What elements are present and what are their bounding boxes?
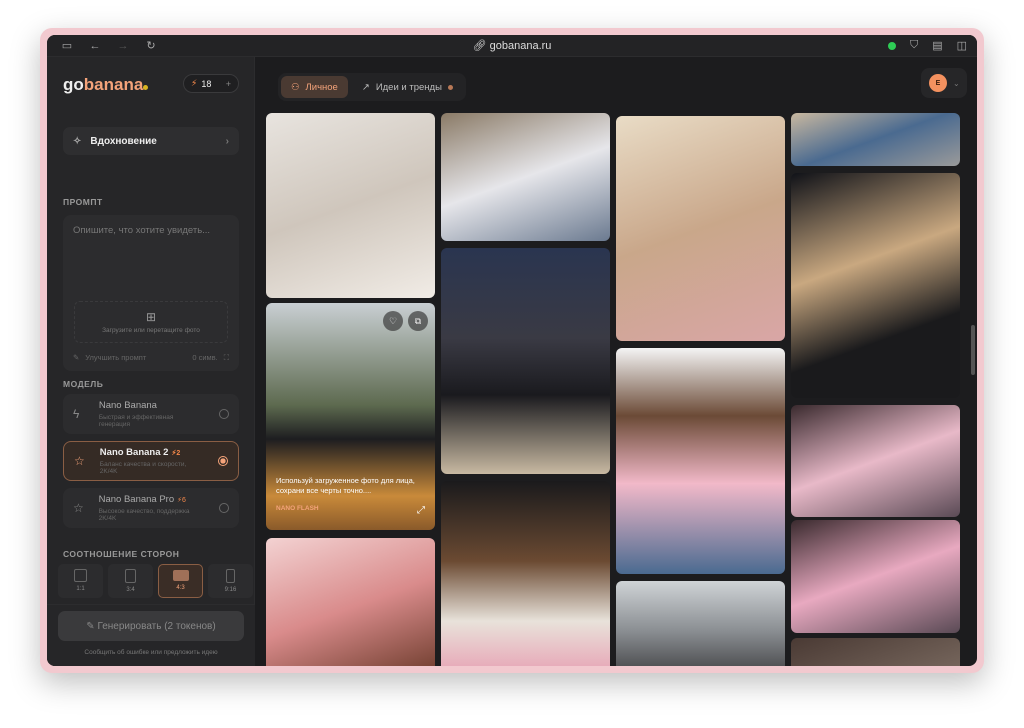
url-text: gobanana.ru bbox=[489, 40, 552, 52]
prompt-box: ⊞ Загрузите или перетащите фото ✎ Улучшить… bbox=[63, 215, 239, 371]
model-cost: ⚡︎6 bbox=[177, 497, 186, 504]
gallery-image[interactable] bbox=[616, 116, 785, 341]
magic-wand-icon: ✎ bbox=[86, 620, 98, 632]
generate-button[interactable]: ✎ Генерировать (2 токенов) bbox=[58, 611, 244, 641]
gallery-image[interactable] bbox=[616, 581, 785, 666]
char-count: 0 симв. bbox=[192, 353, 218, 362]
model-cost: ⚡︎2 bbox=[171, 450, 181, 457]
gallery-image[interactable] bbox=[441, 113, 610, 241]
model-radio[interactable] bbox=[219, 503, 229, 513]
link-icon: 🔗︎ bbox=[472, 40, 490, 52]
model-option-nano-banana[interactable]: ϟ Nano Banana Быстрая и эффективная генера… bbox=[63, 394, 239, 434]
logo[interactable]: gobanana bbox=[63, 75, 149, 95]
model-name: Nano Banana bbox=[98, 400, 157, 411]
aspect-label-1-1: 1:1 bbox=[76, 586, 85, 592]
aspect-ratio-options: 1:1 3:4 4:3 9:16 bbox=[58, 564, 253, 598]
gallery-image[interactable] bbox=[791, 113, 960, 166]
model-option-nano-banana-2[interactable]: ☆ Nano Banana 2 ⚡︎2 Баланс качества и скоро… bbox=[63, 441, 239, 481]
copy-icon[interactable]: ⧉ bbox=[408, 311, 428, 331]
expand-icon[interactable]: ⤢ bbox=[417, 505, 425, 516]
model-option-nano-banana-pro[interactable]: ☆ Nano Banana Pro ⚡︎6 Высокое качество, под… bbox=[63, 488, 239, 528]
gallery-image[interactable] bbox=[441, 481, 610, 666]
gallery-image[interactable] bbox=[616, 348, 785, 574]
chevron-down-icon: ⌄ bbox=[953, 78, 960, 88]
improve-prompt-button[interactable]: Улучшить промпт bbox=[85, 353, 146, 363]
gallery-image[interactable] bbox=[791, 405, 960, 517]
model-label: МОДЕЛЬ bbox=[63, 379, 104, 389]
scrollbar[interactable] bbox=[971, 325, 975, 375]
trending-icon: ↗ bbox=[361, 81, 370, 93]
image-upload-icon: ⊞ bbox=[145, 310, 157, 324]
gallery-image[interactable] bbox=[266, 538, 435, 666]
browser-window: ▭ ← → ↻ 🔗︎ gobanana.ru ⛉ ▤ ◫ gobanana ⚡︎ 18… bbox=[47, 35, 977, 666]
inspiration-button[interactable]: ✧ Вдохновение › bbox=[63, 127, 239, 155]
gallery-image-featured[interactable]: ♡ ⧉ Используй загруженное фото для лица,… bbox=[266, 303, 435, 530]
upload-dropzone[interactable]: ⊞ Загрузите или перетащите фото bbox=[74, 301, 228, 343]
lightning-icon: ϟ bbox=[73, 407, 80, 421]
prompt-label: ПРОМПТ bbox=[63, 197, 103, 207]
expand-icon[interactable]: ⛶ bbox=[224, 353, 229, 363]
aspect-label-4-3: 4:3 bbox=[176, 585, 185, 591]
lightning-icon: ⚡︎ bbox=[191, 78, 198, 88]
sidebar-footer: ✎ Генерировать (2 токенов) Сообщить об о… bbox=[47, 604, 255, 666]
image-caption: Используй загруженное фото для лица, сох… bbox=[276, 475, 415, 496]
aspect-3-4[interactable]: 3:4 bbox=[108, 564, 153, 598]
user-menu[interactable]: E ⌄ bbox=[921, 68, 967, 98]
model-desc: Баланс качества и скорости, 2K/4K bbox=[99, 461, 187, 475]
feedback-link[interactable]: Сообщить об ошибке или предложить идею bbox=[47, 649, 255, 656]
aspect-label-3-4: 3:4 bbox=[126, 587, 135, 593]
inspiration-label: Вдохновение bbox=[90, 135, 157, 147]
star-icon: ☆ bbox=[74, 454, 85, 468]
heart-icon[interactable]: ♡ bbox=[383, 311, 403, 331]
gallery-image[interactable] bbox=[791, 638, 960, 666]
aspect-1-1[interactable]: 1:1 bbox=[58, 564, 103, 598]
tab-personal[interactable]: ⚇ Личное bbox=[281, 76, 348, 98]
model-desc: Быстрая и эффективная генерация bbox=[98, 414, 174, 428]
avatar: E bbox=[929, 74, 947, 92]
gallery-image[interactable] bbox=[791, 173, 960, 398]
upload-label: Загрузите или перетащите фото bbox=[102, 327, 200, 334]
model-name: Nano Banana 2 bbox=[99, 447, 169, 458]
sidebar: gobanana ⚡︎18 + ✧ Вдохновение › ПРОМПТ ⊞ Заг… bbox=[47, 57, 255, 666]
gallery-image[interactable] bbox=[441, 248, 610, 474]
model-name: Nano Banana Pro bbox=[98, 494, 175, 505]
sparkles-icon: ✧ bbox=[73, 135, 82, 147]
browser-toolbar: ▭ ← → ↻ 🔗︎ gobanana.ru ⛉ ▤ ◫ bbox=[47, 35, 977, 57]
aspect-9-16[interactable]: 9:16 bbox=[208, 564, 253, 598]
star-icon: ☆ bbox=[73, 501, 84, 515]
token-balance[interactable]: ⚡︎ 18 + bbox=[183, 74, 239, 93]
chevron-right-icon: › bbox=[225, 135, 229, 147]
aspect-4-3[interactable]: 4:3 bbox=[158, 564, 203, 598]
magic-wand-icon: ✎ bbox=[73, 353, 80, 362]
tab-ideas-trends[interactable]: ↗ Идеи и тренды bbox=[352, 76, 463, 98]
aspect-label: СООТНОШЕНИЕ СТОРОН bbox=[63, 549, 180, 559]
gallery-image[interactable] bbox=[791, 520, 960, 633]
model-tag: NANO FLASH bbox=[276, 505, 319, 513]
prompt-input[interactable] bbox=[73, 225, 229, 285]
model-desc: Высокое качество, поддержка 2K/4K bbox=[98, 508, 190, 522]
token-count: 18 bbox=[201, 78, 212, 89]
new-badge bbox=[447, 84, 453, 90]
address-bar[interactable]: 🔗︎ gobanana.ru bbox=[47, 39, 977, 52]
add-tokens-button[interactable]: + bbox=[226, 79, 231, 89]
model-radio[interactable] bbox=[218, 456, 228, 466]
aspect-label-9-16: 9:16 bbox=[224, 587, 237, 593]
model-radio[interactable] bbox=[219, 409, 229, 419]
user-icon: ⚇ bbox=[291, 81, 300, 93]
gallery-image[interactable] bbox=[266, 113, 435, 298]
gallery-tabs: ⚇ Личное ↗ Идеи и тренды bbox=[278, 73, 466, 101]
